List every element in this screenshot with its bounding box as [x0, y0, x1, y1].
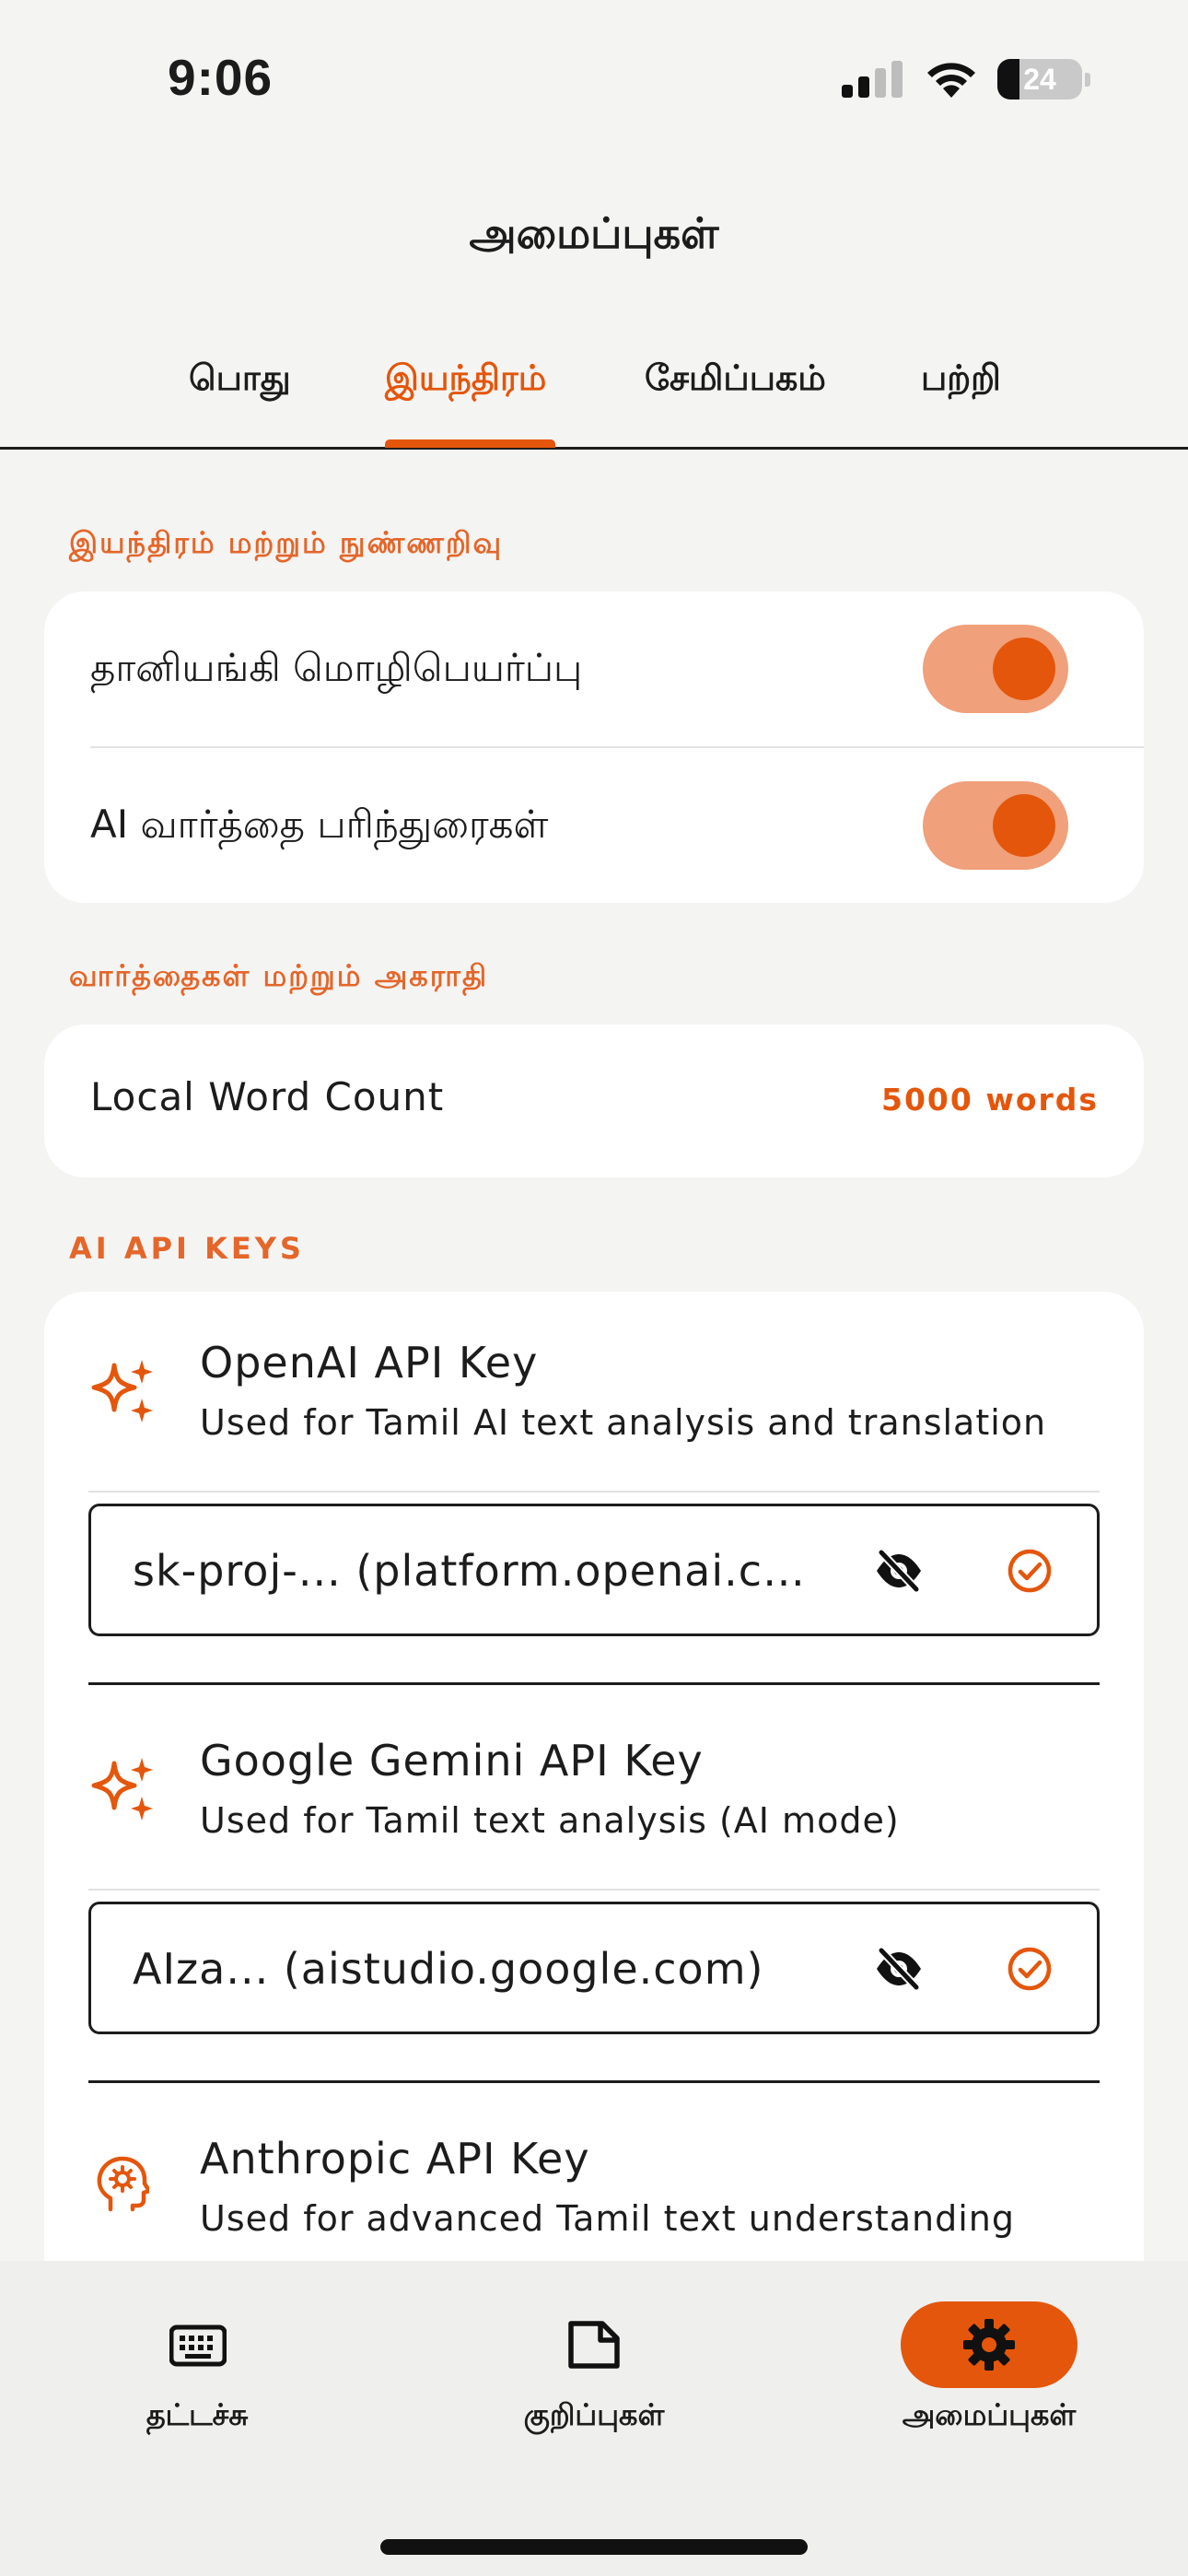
active-tab-indicator: [385, 439, 555, 448]
keyboard-icon: [169, 2324, 227, 2367]
eye-off-icon[interactable]: [874, 1947, 924, 1991]
openai-key-field[interactable]: [88, 1504, 1100, 1636]
section-label-api-keys: AI API KEYS: [69, 1231, 305, 1266]
check-circle-icon[interactable]: [1006, 1945, 1054, 1993]
openai-key-input[interactable]: [133, 1536, 906, 1606]
auto-translate-label: தானியங்கி மொழிபெயர்ப்பு: [90, 645, 583, 690]
page-title: அமைப்புகள்: [469, 208, 719, 258]
row-divider: [90, 746, 1144, 748]
row-divider: [88, 1889, 1100, 1891]
check-circle-icon[interactable]: [1006, 1547, 1054, 1595]
nav-label-typing: தட்டச்சு: [146, 2397, 249, 2432]
gemini-key-field[interactable]: [88, 1902, 1100, 2034]
status-time: 9:06: [168, 49, 274, 106]
gear-icon: [963, 2319, 1015, 2371]
gemini-key-title: Google Gemini API Key: [200, 1736, 704, 1786]
tab-general[interactable]: பொது: [189, 357, 291, 404]
nav-item-typing[interactable]: தட்டச்சு: [59, 2294, 335, 2460]
sparkle-icon: [91, 1758, 153, 1821]
nav-label-notes: குறிப்புகள்: [523, 2397, 665, 2432]
ai-suggestions-label: AI வார்த்தை பரிந்துரைகள்: [90, 802, 549, 847]
tab-storage[interactable]: சேமிப்பகம்: [645, 357, 826, 404]
cellular-signal-icon: [842, 61, 903, 98]
auto-translate-toggle[interactable]: [923, 625, 1068, 713]
battery-percent: 24: [1023, 63, 1056, 96]
wifi-icon: [927, 63, 975, 98]
section-divider: [88, 1682, 1100, 1685]
section-divider: [88, 2080, 1100, 2083]
local-word-count-value: 5000 words: [881, 1082, 1100, 1118]
sparkle-icon: [91, 1360, 153, 1423]
eye-off-icon[interactable]: [874, 1549, 924, 1593]
home-indicator: [380, 2539, 808, 2555]
note-icon: [568, 2321, 620, 2369]
battery-indicator: 24: [997, 59, 1082, 100]
anthropic-key-title: Anthropic API Key: [200, 2134, 590, 2184]
section-label-words-dictionary: வார்த்தைகள் மற்றும் அகராதி: [69, 958, 489, 993]
ai-suggestions-toggle[interactable]: [923, 781, 1068, 870]
nav-label-settings[interactable]: அமைப்புகள்: [851, 2397, 1127, 2436]
tab-engine[interactable]: இயந்திரம்: [385, 357, 546, 404]
gemini-key-input[interactable]: [133, 1934, 906, 2004]
anthropic-key-description: Used for advanced Tamil text understandi…: [200, 2198, 1015, 2239]
openai-key-title: OpenAI API Key: [200, 1338, 539, 1388]
tab-about[interactable]: பற்றி: [921, 357, 1001, 404]
openai-key-description: Used for Tamil AI text analysis and tran…: [200, 1402, 1047, 1443]
word-count-card[interactable]: Local Word Count 5000 words: [44, 1025, 1144, 1177]
section-label-engine-ai: இயந்திரம் மற்றும் நுண்ணறிவு: [69, 525, 504, 560]
nav-item-settings-active-pill[interactable]: [901, 2301, 1077, 2388]
local-word-count-label: Local Word Count: [90, 1074, 445, 1119]
engine-ai-card: தானியங்கி மொழிபெயர்ப்பு AI வார்த்தை பரிந…: [44, 591, 1144, 903]
tab-bar-divider: [0, 447, 1188, 450]
nav-item-notes[interactable]: குறிப்புகள்: [456, 2294, 732, 2460]
row-divider: [88, 1491, 1100, 1493]
brain-head-icon: [97, 2156, 149, 2212]
gemini-key-description: Used for Tamil text analysis (AI mode): [200, 1800, 900, 1841]
battery-cap: [1085, 73, 1090, 87]
